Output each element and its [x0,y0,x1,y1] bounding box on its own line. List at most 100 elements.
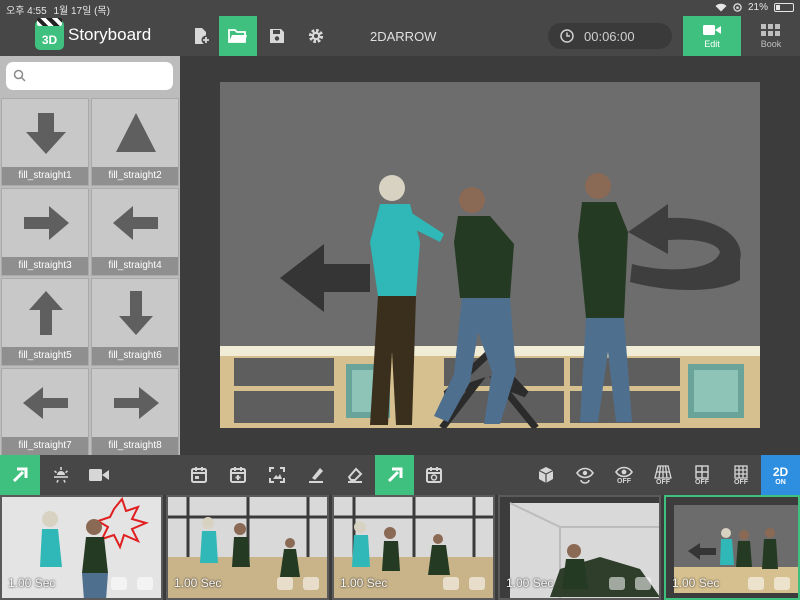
arrow-tool-icon [12,467,28,483]
light-button[interactable] [42,455,80,495]
copy-icon[interactable] [469,577,485,590]
light-icon [54,467,68,483]
arrow-draw-button[interactable] [375,455,414,495]
eye-icon [615,466,633,477]
search-input[interactable] [30,66,168,86]
app-title: Storyboard [68,25,152,44]
comment-icon[interactable] [609,577,625,590]
eye-toggle[interactable]: OFF [605,455,643,495]
floor-grid-icon [654,464,672,479]
asset-tile-fill-straight5[interactable]: fill_straight5 [1,278,89,366]
open-folder-button[interactable] [219,16,257,56]
scene-viewport[interactable] [220,82,760,428]
scene-render [220,82,760,428]
gear-icon [308,28,324,44]
asset-tile-label: fill_straight6 [92,347,178,365]
top-toolbar: 3D Storyboard 2DARROW 00:06:00 Edit Book [0,16,800,56]
grid-toggle[interactable]: OFF [722,455,760,495]
grid-icon [734,464,748,479]
asset-tile-fill-straight8[interactable]: fill_straight8 [91,368,179,455]
2d-mode-toggle[interactable]: 2D ON [761,455,800,495]
storyboard-frame-1[interactable]: 1.00 Sec [0,495,163,600]
storyboard-frame-4[interactable]: 1.00 Sec [498,495,661,600]
save-button[interactable] [258,16,296,56]
duration-timer: 00:06:00 [548,23,672,49]
floor-grid-label: OFF [656,478,670,486]
asset-tile-label: fill_straight5 [2,347,88,365]
frame-icons [609,577,651,590]
arrow-down-icon [119,291,153,335]
timer-value: 00:06:00 [584,28,635,44]
arrow-right-icon [24,206,69,240]
frame-grid-toggle[interactable]: OFF [683,455,721,495]
asset-sidebar: fill_straight1 fill_straight2 fill_strai… [0,56,180,455]
copy-icon[interactable] [635,577,651,590]
calendar-button[interactable] [180,455,218,495]
calendar-refresh-button[interactable] [415,455,453,495]
camera-button[interactable] [80,455,118,495]
cube-toggle[interactable] [527,455,565,495]
frame-duration: 1.00 Sec [672,576,720,590]
eraser-icon [347,467,363,483]
comment-icon[interactable] [277,577,293,590]
storyboard-frame-5[interactable]: 1.00 Sec [664,495,800,600]
orientation-lock-icon [733,3,742,12]
copy-icon[interactable] [137,577,153,590]
highlighter-button[interactable] [297,455,335,495]
project-name: 2DARROW [370,29,437,44]
eraser-button[interactable] [336,455,374,495]
asset-tile-fill-straight3[interactable]: fill_straight3 [1,188,89,276]
search-box[interactable] [6,62,173,90]
asset-tile-fill-straight4[interactable]: fill_straight4 [91,188,179,276]
status-right: 21% [715,2,794,13]
save-icon [270,29,284,43]
grid-icon [761,23,780,36]
copy-icon[interactable] [303,577,319,590]
2d-mode-label: 2D [772,464,789,479]
asset-tile-fill-straight7[interactable]: fill_straight7 [1,368,89,455]
highlighter-icon [309,468,323,483]
settings-button[interactable] [297,16,335,56]
book-mode-button[interactable]: Book [746,16,796,56]
edit-mode-button[interactable]: Edit [683,16,741,56]
calendar-icon [191,467,207,483]
storyboard-frame-2[interactable]: 1.00 Sec [166,495,329,600]
comment-icon[interactable] [748,577,764,590]
asset-tile-label: fill_straight1 [2,167,88,185]
logo-text: 3D [41,33,58,47]
arrow-left-icon [113,206,158,240]
asset-tile-label: fill_straight7 [2,437,88,455]
frame-duration: 1.00 Sec [340,576,388,590]
battery-icon [774,3,794,12]
eye-toggle-label: OFF [617,477,631,485]
calendar-add-icon [230,467,246,483]
comment-icon[interactable] [443,577,459,590]
asset-tile-fill-straight2[interactable]: fill_straight2 [91,98,179,186]
asset-tile-fill-straight6[interactable]: fill_straight6 [91,278,179,366]
floor-grid-toggle[interactable]: OFF [644,455,682,495]
image-frame-button[interactable] [258,455,296,495]
scene-stage [180,56,800,455]
comment-icon[interactable] [111,577,127,590]
frame-filmstrip: 1.00 Sec 1.00 Sec 1.00 Sec 1.00 Sec 1.00… [0,495,800,600]
grid-toggle-label: OFF [734,478,748,486]
frame-duration: 1.00 Sec [174,576,222,590]
frame-grid-label: OFF [695,478,709,486]
calendar-add-button[interactable] [219,455,257,495]
app-logo: 3D [35,18,64,50]
asset-tile-fill-straight1[interactable]: fill_straight1 [1,98,89,186]
arrow-right-icon [114,387,159,419]
cube-icon [538,467,554,483]
storyboard-frame-3[interactable]: 1.00 Sec [332,495,495,600]
search-icon [13,69,26,82]
frame-icons [748,577,790,590]
arrow-tool-button[interactable] [0,455,40,495]
clock-icon [560,29,574,43]
copy-icon[interactable] [774,577,790,590]
new-file-button[interactable] [182,16,220,56]
arrow-down-icon [26,113,66,154]
image-frame-icon [269,467,285,483]
eye-cycle-toggle[interactable] [566,455,604,495]
storyboard-app: 오후 4:55 1월 17일 (목) 21% 3D Storyboard 2DA… [0,0,800,600]
new-file-icon [195,28,211,45]
